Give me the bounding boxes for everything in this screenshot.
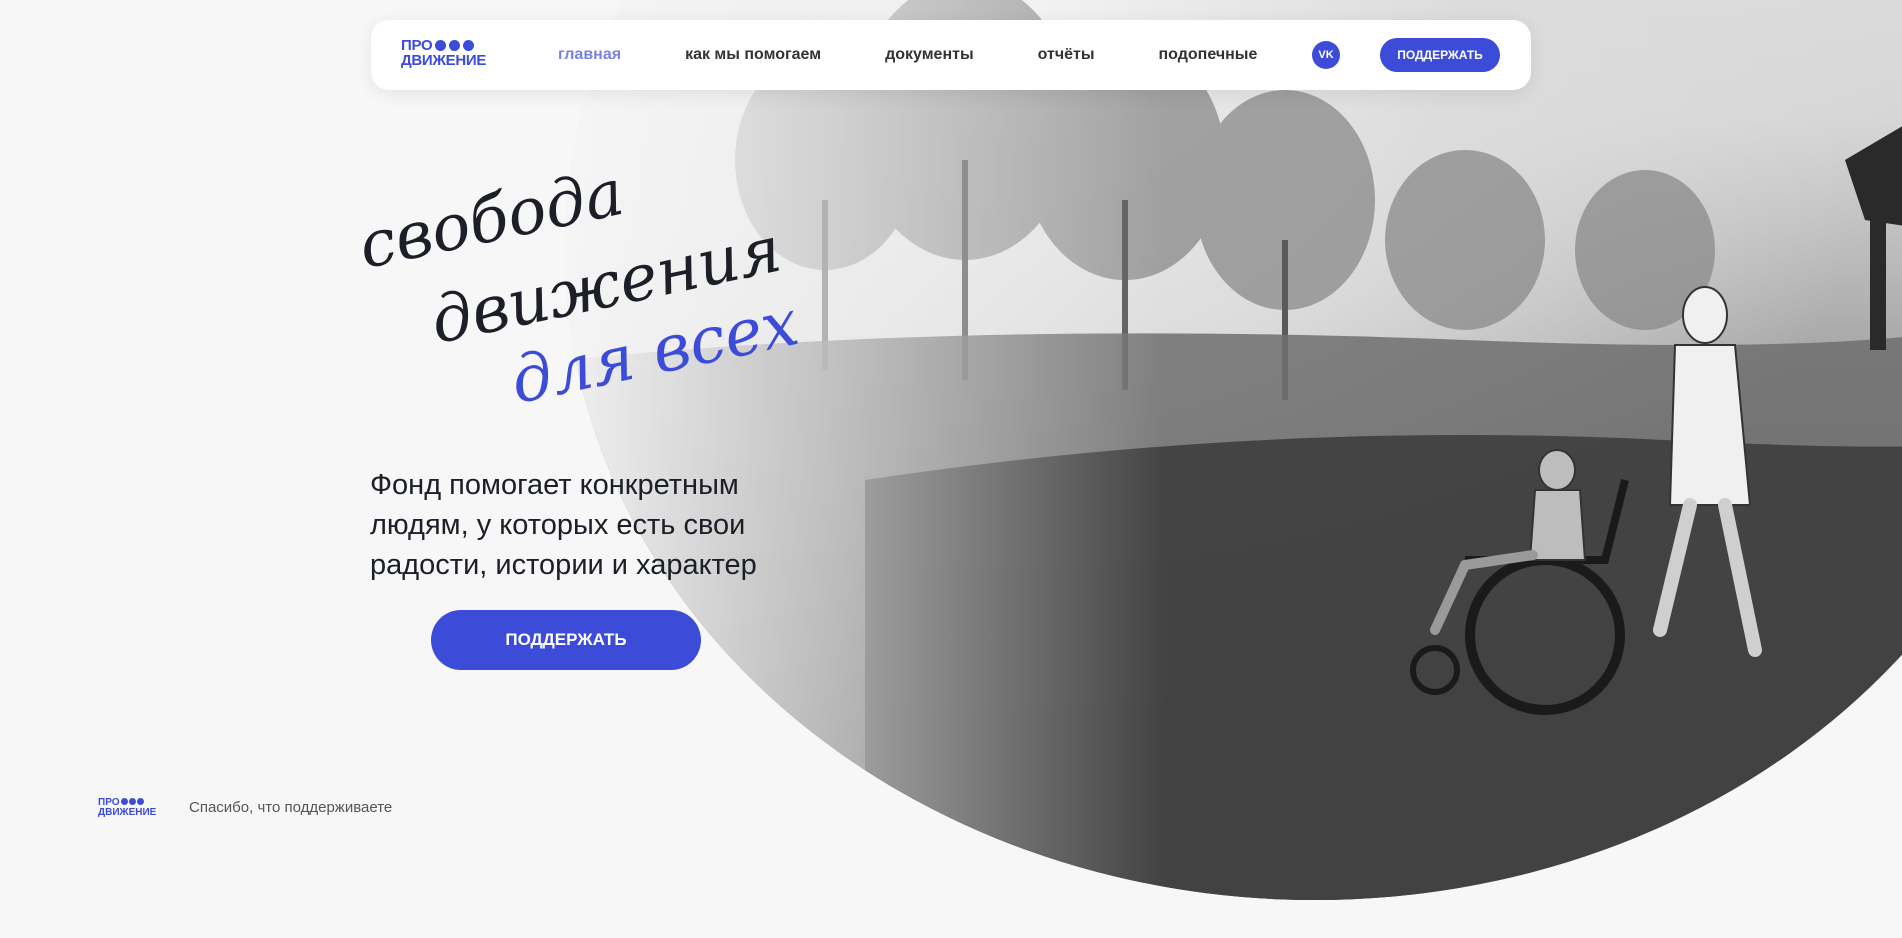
hero-support-button[interactable]: ПОДДЕРЖАТЬ xyxy=(431,610,701,670)
hero-description: Фонд помогает конкретным людям, у которы… xyxy=(370,465,830,585)
hero-description-line: людям, у которых есть свои xyxy=(370,509,746,541)
logo-dot-icon xyxy=(449,40,461,51)
hero-photo xyxy=(565,0,1902,900)
logo-dot-icon xyxy=(136,798,144,805)
header-support-button[interactable]: ПОДДЕРЖАТЬ xyxy=(1380,38,1500,72)
footer-logo[interactable]: ПРО ДВИЖЕНИЕ xyxy=(98,798,156,818)
vk-icon[interactable]: VK xyxy=(1312,41,1340,69)
hero-description-line: радости, истории и характер xyxy=(370,549,757,581)
logo-dot-icon xyxy=(463,40,475,51)
footer-logo-bottom: ДВИЖЕНИЕ xyxy=(98,807,157,818)
main-nav: главная как мы помогаем документы отчёты… xyxy=(558,20,1257,90)
logo-text-top: ПРО xyxy=(401,37,433,54)
hero-photo-fade xyxy=(565,0,1902,900)
logo-dot-icon xyxy=(435,40,447,51)
brand-logo[interactable]: ПРО ДВИЖЕНИЕ xyxy=(401,38,511,74)
nav-item-reports[interactable]: отчёты xyxy=(1038,46,1095,64)
logo-text-bottom: ДВИЖЕНИЕ xyxy=(401,52,487,69)
hero-description-line: Фонд помогает конкретным xyxy=(370,469,739,501)
logo-dot-icon xyxy=(120,798,128,805)
nav-item-wards[interactable]: подопечные xyxy=(1159,46,1258,64)
nav-item-home[interactable]: главная xyxy=(558,46,621,64)
footer-thanks-text: Спасибо, что поддерживаете xyxy=(189,799,393,816)
site-header: ПРО ДВИЖЕНИЕ главная как мы помогаем док… xyxy=(371,20,1531,90)
nav-item-how-we-help[interactable]: как мы помогаем xyxy=(685,46,821,64)
hero-slogan: свобода движения для всех xyxy=(353,156,920,419)
nav-item-documents[interactable]: документы xyxy=(885,46,974,64)
page: ПРО ДВИЖЕНИЕ главная как мы помогаем док… xyxy=(0,0,1902,938)
logo-dot-icon xyxy=(128,798,136,805)
